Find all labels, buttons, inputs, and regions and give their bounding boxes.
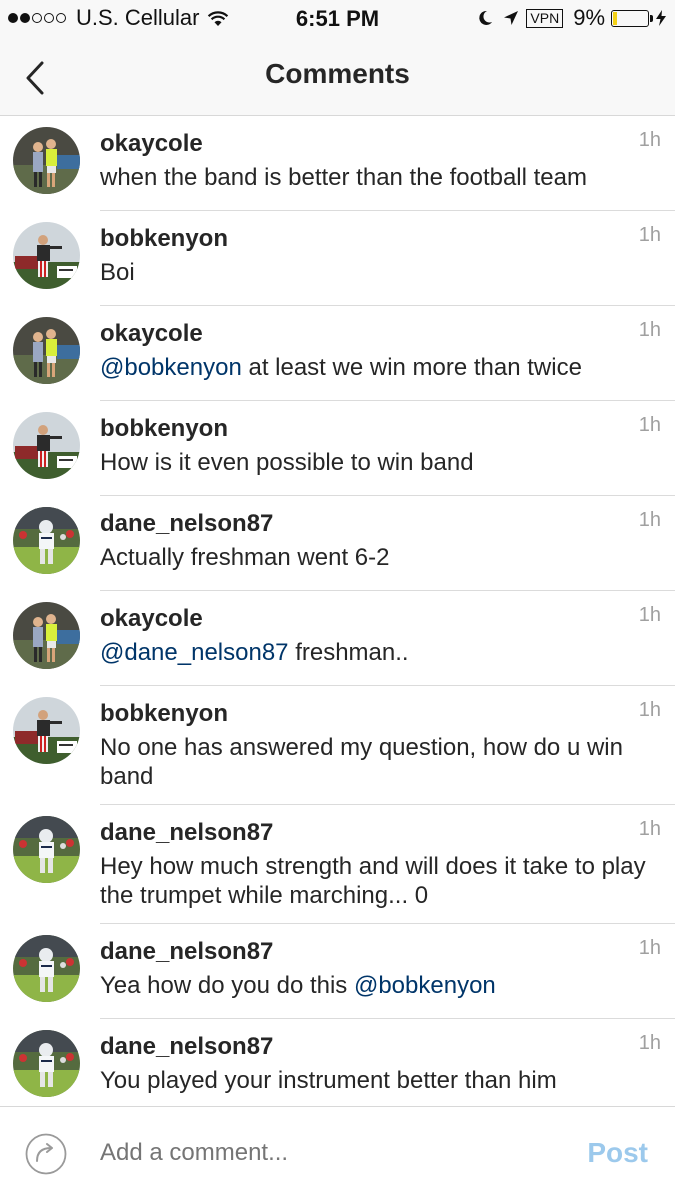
avatar[interactable] (13, 507, 80, 574)
avatar[interactable] (13, 127, 80, 194)
comment-text-segment: when the band is better than the footbal… (100, 164, 587, 191)
avatar[interactable] (13, 697, 80, 764)
avatar[interactable] (13, 317, 80, 384)
mention-link[interactable]: @dane_nelson87 (100, 639, 289, 666)
comment-username[interactable]: dane_nelson87 (100, 510, 273, 538)
comment-username[interactable]: okaycole (100, 320, 203, 348)
comment-text-segment: Boi (100, 259, 135, 286)
comment-text-segment: Yea how do you do this (100, 972, 354, 999)
do-not-disturb-icon (479, 10, 493, 25)
comment-username[interactable]: dane_nelson87 (100, 819, 273, 847)
comment-timestamp: 1h (638, 129, 661, 151)
status-bar: U.S. Cellular 6:51 PM VPN 9% (0, 0, 675, 38)
nav-bar: Comments (0, 38, 675, 116)
page-title: Comments (265, 58, 410, 89)
comment-text: Actually freshman went 6-2 (100, 543, 655, 572)
post-button[interactable]: Post (587, 1137, 648, 1169)
comment-username[interactable]: bobkenyon (100, 415, 228, 443)
avatar[interactable] (13, 1030, 80, 1097)
comment-timestamp: 1h (638, 1032, 661, 1054)
comment-row[interactable]: bobkenyon No one has answered my question… (0, 686, 675, 805)
comment-username[interactable]: okaycole (100, 130, 203, 158)
comment-text-segment: No one has answered my question, how do … (100, 734, 623, 790)
comment-timestamp: 1h (638, 818, 661, 840)
comment-text: @bobkenyon at least we win more than twi… (100, 353, 655, 382)
comment-timestamp: 1h (638, 319, 661, 341)
comment-timestamp: 1h (638, 604, 661, 626)
comment-username[interactable]: bobkenyon (100, 225, 228, 253)
comment-row[interactable]: dane_nelson87 Hey how much strength and w… (0, 805, 675, 924)
comment-username[interactable]: dane_nelson87 (100, 938, 273, 966)
comment-text: Yea how do you do this @bobkenyon (100, 971, 655, 1000)
comment-text: @dane_nelson87 freshman.. (100, 638, 655, 667)
comment-text: How is it even possible to win band (100, 448, 655, 477)
comment-text: No one has answered my question, how do … (100, 733, 655, 791)
battery-percent: 9% (573, 5, 605, 30)
comment-text-segment: You played your instrument better than h… (100, 1067, 557, 1094)
comment-input[interactable] (100, 1139, 540, 1167)
comment-timestamp: 1h (638, 509, 661, 531)
comment-row[interactable]: okaycole @bobkenyon at least we win more … (0, 306, 675, 401)
comment-text-segment: Hey how much strength and will does it t… (100, 853, 646, 909)
location-arrow-icon (504, 11, 519, 25)
comment-text: Boi (100, 258, 655, 287)
reply-icon[interactable] (25, 1133, 67, 1175)
comment-timestamp: 1h (638, 414, 661, 436)
vpn-badge: VPN (526, 8, 564, 28)
comment-timestamp: 1h (638, 937, 661, 959)
charging-bolt-icon (656, 10, 666, 26)
comment-timestamp: 1h (638, 699, 661, 721)
comment-text: You played your instrument better than h… (100, 1066, 655, 1095)
avatar[interactable] (13, 816, 80, 883)
battery-icon (611, 9, 653, 27)
battery-level (613, 11, 617, 25)
comment-text: Hey how much strength and will does it t… (100, 852, 655, 910)
comment-list[interactable]: okaycole when the band is better than the… (0, 116, 675, 1114)
comment-row[interactable]: dane_nelson87 You played your instrument … (0, 1019, 675, 1114)
comment-text-segment: Actually freshman went 6-2 (100, 544, 390, 571)
avatar[interactable] (13, 412, 80, 479)
avatar[interactable] (13, 935, 80, 1002)
comment-text-segment: freshman.. (288, 639, 409, 666)
comment-text-segment: How is it even possible to win band (100, 449, 474, 476)
status-right: VPN 9% (476, 5, 667, 31)
mention-link[interactable]: @bobkenyon (100, 354, 242, 381)
comment-username[interactable]: bobkenyon (100, 700, 228, 728)
comment-row[interactable]: dane_nelson87 Actually freshman went 6-2 1… (0, 496, 675, 591)
comment-row[interactable]: bobkenyon Boi 1h (0, 211, 675, 306)
comment-username[interactable]: okaycole (100, 605, 203, 633)
comment-row[interactable]: dane_nelson87 Yea how do you do this @bob… (0, 924, 675, 1019)
comment-row[interactable]: okaycole when the band is better than the… (0, 116, 675, 211)
comment-text: when the band is better than the footbal… (100, 163, 655, 192)
comment-composer: Post (0, 1106, 675, 1200)
comment-username[interactable]: dane_nelson87 (100, 1033, 273, 1061)
avatar[interactable] (13, 222, 80, 289)
comment-timestamp: 1h (638, 224, 661, 246)
comment-row[interactable]: okaycole @dane_nelson87 freshman.. 1h (0, 591, 675, 686)
comment-text-segment: at least we win more than twice (241, 354, 582, 381)
mention-link[interactable]: @bobkenyon (354, 972, 496, 999)
avatar[interactable] (13, 602, 80, 669)
comment-row[interactable]: bobkenyon How is it even possible to win … (0, 401, 675, 496)
